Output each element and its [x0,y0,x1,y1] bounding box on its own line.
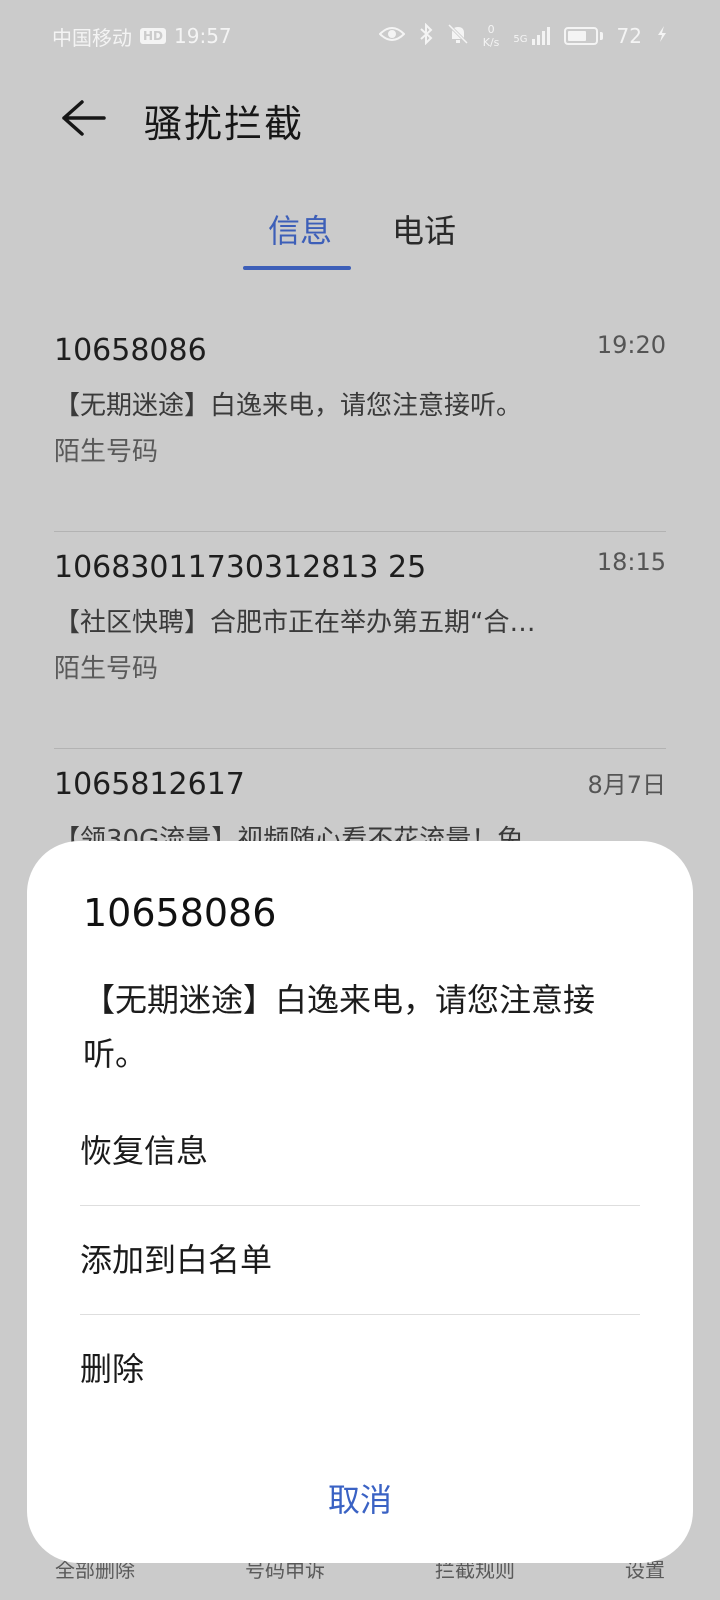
cancel-button[interactable]: 取消 [27,1475,693,1521]
tab-bar: 信息 电话 [0,206,720,272]
bluetooth-icon [419,22,433,50]
sheet-sender: 10658086 [83,891,277,935]
message-preview: 【无期迷途】白逸来电，请您注意接听。 [54,391,523,421]
message-time: 18:15 [596,548,666,576]
charging-icon [656,24,668,48]
message-action-sheet: 10658086 【无期迷途】白逸来电，请您注意接听。 恢复信息 添加到白名单 … [27,841,693,1563]
signal-generation: 5G [513,34,528,45]
message-tag: 陌生号码 [54,654,159,684]
restore-message-button[interactable]: 恢复信息 [80,1097,640,1206]
status-left: 中国移动 HD 19:57 [52,22,232,51]
message-sender: 10683011730312813 25 [54,550,427,585]
delete-button[interactable]: 删除 [80,1315,640,1423]
clock: 19:57 [174,24,232,48]
battery-icon [563,27,603,45]
message-sender: 10658086 [54,333,207,368]
message-tag: 陌生号码 [54,437,159,467]
arrow-left-icon [58,98,106,142]
message-sender: 1065812617 [54,767,245,802]
carrier-label: 中国移动 [52,25,132,50]
status-bar: 中国移动 HD 19:57 0 K/s 5G 72 [0,0,720,72]
tab-calls[interactable]: 电话 [392,206,456,252]
page-title: 骚扰拦截 [144,101,305,146]
signal-icon: 5G [513,27,550,45]
net-speed-unit: K/s [482,36,500,49]
message-time: 19:20 [596,331,666,359]
list-item[interactable]: 10658086 19:20 【无期迷途】白逸来电，请您注意接听。 陌生号码 [54,315,666,532]
bell-muted-icon [447,23,469,50]
app-header: 骚扰拦截 [0,80,720,160]
net-speed: 0 K/s [483,23,500,49]
status-right: 0 K/s 5G 72 [378,22,668,50]
hd-badge: HD [140,28,167,44]
add-to-whitelist-button[interactable]: 添加到白名单 [80,1206,640,1315]
tab-messages[interactable]: 信息 [268,206,332,252]
net-speed-value: 0 [487,23,495,36]
list-item[interactable]: 10683011730312813 25 18:15 【社区快聘】合肥市正在举办… [54,532,666,749]
back-button[interactable] [52,90,112,150]
tab-active-indicator [243,266,351,270]
eye-icon [378,24,406,48]
battery-level: 72 [616,24,642,48]
sheet-message-body: 【无期迷途】白逸来电，请您注意接听。 [83,981,596,1073]
sheet-action-list: 恢复信息 添加到白名单 删除 [80,1097,640,1423]
message-time: 8月7日 [587,771,666,799]
message-preview: 【社区快聘】合肥市正在举办第五期“合… [54,608,536,638]
